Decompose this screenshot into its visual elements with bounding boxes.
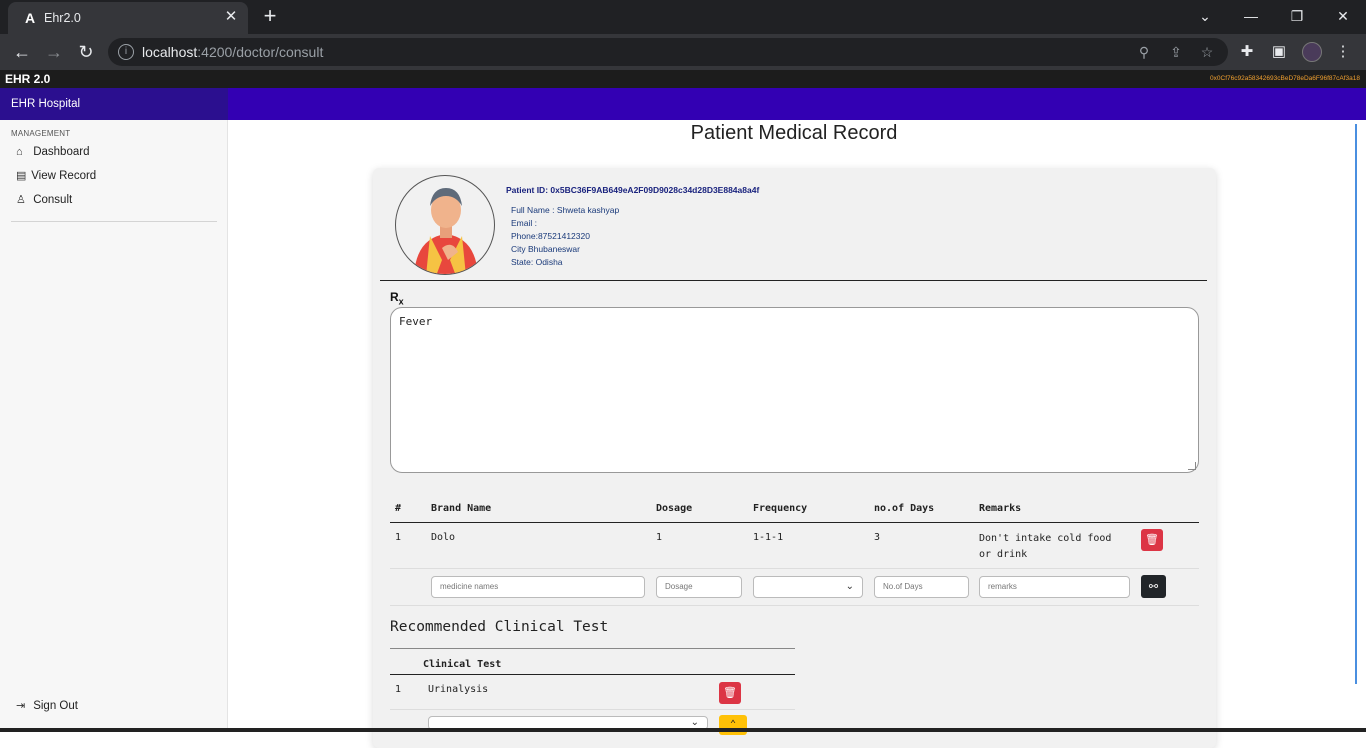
card-divider	[380, 280, 1207, 281]
zoom-icon[interactable]: ⚲	[1135, 43, 1153, 61]
dosage-cell: 1	[656, 532, 663, 543]
column-header: Clinical Test	[423, 659, 502, 670]
page-title: Patient Medical Record	[690, 122, 898, 144]
sidebar-heading: MANAGEMENT	[11, 129, 71, 138]
column-header: Remarks	[979, 503, 1022, 514]
url-text: localhost:4200/doctor/consult	[142, 44, 324, 60]
row-number: 1	[395, 684, 402, 695]
extensions-icon[interactable]: ✚	[1238, 43, 1256, 61]
address-bar[interactable]: i localhost:4200/doctor/consult ⚲ ⇪ ☆	[108, 38, 1228, 66]
medical-record-card: Patient ID: 0x5BC36F9AB649eA2F09D9028c34…	[373, 168, 1216, 748]
app-header-bar: EHR Hospital	[0, 88, 1366, 120]
patient-state: State: Odisha	[511, 257, 563, 267]
column-header: Dosage	[656, 503, 693, 514]
back-icon[interactable]: ←	[10, 40, 34, 64]
minimize-button[interactable]: —	[1228, 4, 1274, 28]
add-test-button[interactable]: ⌃	[719, 715, 747, 735]
browser-tab[interactable]: A Ehr2.0 ✕	[8, 2, 248, 34]
days-input[interactable]: No.of Days	[874, 576, 969, 598]
menu-icon[interactable]: ⋮	[1334, 43, 1352, 61]
browser-toolbar: ← → ↻ i localhost:4200/doctor/consult ⚲ …	[0, 34, 1366, 70]
remarks-cell: Don't intake cold food or drink	[979, 533, 1112, 560]
sidebar-item-dashboard[interactable]: ⌂ Dashboard	[16, 143, 89, 161]
table-header-row: Clinical Test	[390, 654, 795, 675]
new-tab-button[interactable]: +	[258, 5, 282, 29]
main-content: Patient Medical Record Patient ID: 0x5BC…	[228, 120, 1366, 748]
table-header-row: # Brand Name Dosage Frequency no.of Days…	[390, 498, 1199, 523]
column-header: Frequency	[753, 503, 808, 514]
bottom-strip	[0, 728, 1366, 732]
clinical-test-name: Urinalysis	[428, 684, 489, 695]
close-tab-icon[interactable]: ✕	[222, 8, 240, 26]
patient-city: City Bhubaneswar	[511, 244, 580, 254]
patient-avatar	[395, 175, 495, 275]
delete-test-button[interactable]: 🗑	[719, 682, 741, 704]
sign-out-label: Sign Out	[33, 700, 78, 712]
chevron-down-icon: ⌄	[845, 581, 854, 592]
dosage-input[interactable]: Dosage	[656, 576, 742, 598]
remarks-input[interactable]: remarks	[979, 576, 1130, 598]
sidebar-item-label: Dashboard	[33, 146, 90, 158]
table-row: 1 Dolo 1 1-1-1 3 Don't intake cold food …	[390, 523, 1199, 569]
sidebar-item-view-record[interactable]: ▤ View Record	[16, 167, 96, 185]
app-topbar: EHR 2.0 0x0Cf76c92a58342693cBeD78eDa6F96…	[0, 70, 1366, 88]
consult-icon: ♙	[16, 194, 26, 206]
close-window-button[interactable]: ✕	[1320, 4, 1366, 28]
sidebar-item-consult[interactable]: ♙ Consult	[16, 191, 72, 209]
sidebar-item-label: View Record	[31, 170, 97, 182]
frequency-cell: 1-1-1	[753, 532, 784, 543]
share-icon[interactable]: ⇪	[1167, 43, 1185, 61]
brand-name-cell: Dolo	[431, 532, 456, 543]
sign-out-button[interactable]: ⇥ Sign Out	[16, 697, 78, 715]
delete-medicine-button[interactable]: 🗑	[1141, 529, 1163, 551]
sidebar-divider	[11, 221, 217, 222]
prescription-notes-textarea[interactable]: Fever	[390, 307, 1199, 473]
sidebar: MANAGEMENT ⌂ Dashboard ▤ View Record ♙ C…	[0, 120, 228, 732]
sign-out-icon: ⇥	[16, 700, 26, 712]
add-medicine-button[interactable]: ⚯	[1141, 575, 1166, 598]
rx-icon: Rx	[390, 290, 404, 307]
patient-id: Patient ID: 0x5BC36F9AB649eA2F09D9028c34…	[506, 185, 760, 195]
days-cell: 3	[874, 532, 881, 543]
patient-email: Email :	[511, 218, 537, 228]
angular-icon: A	[24, 10, 36, 26]
forward-icon[interactable]: →	[42, 40, 66, 64]
reload-icon[interactable]: ↻	[74, 40, 98, 64]
row-number: 1	[395, 532, 402, 543]
clipboard-icon: ▤	[16, 170, 27, 182]
wallet-address: 0x0Cf76c92a58342693cBeD78eDa6F96f87cAf3a…	[1210, 75, 1360, 82]
hospital-name: EHR Hospital	[0, 88, 228, 120]
tab-search-icon[interactable]: ⌄	[1182, 4, 1228, 28]
restore-button[interactable]: ❐	[1274, 4, 1320, 28]
frequency-select[interactable]: ⌄	[753, 576, 863, 598]
site-info-icon[interactable]: i	[118, 44, 134, 60]
patient-phone: Phone:87521412320	[511, 231, 590, 241]
patient-full-name: Full Name : Shweta kashyap	[511, 205, 620, 215]
column-header: #	[395, 503, 402, 514]
medicine-name-input[interactable]: medicine names	[431, 576, 645, 598]
home-icon: ⌂	[16, 146, 23, 158]
tab-title: Ehr2.0	[44, 11, 81, 25]
scrollbar[interactable]	[1355, 124, 1357, 684]
column-header: no.of Days	[874, 503, 935, 514]
sidebar-item-label: Consult	[33, 194, 73, 206]
clinical-test-divider	[390, 648, 795, 649]
bookmark-star-icon[interactable]: ☆	[1198, 43, 1216, 61]
app-brand: EHR 2.0	[5, 72, 51, 86]
table-row: 1 Urinalysis 🗑	[390, 675, 795, 710]
browser-tab-bar: A Ehr2.0 ✕ + ⌄ — ❐ ✕	[0, 0, 1366, 34]
add-medicine-row: medicine names Dosage ⌄ No.of Days remar…	[390, 569, 1199, 606]
resize-handle[interactable]	[1188, 462, 1196, 470]
profile-avatar[interactable]	[1302, 42, 1322, 62]
side-panel-icon[interactable]: ▣	[1270, 43, 1288, 61]
clinical-test-title: Recommended Clinical Test	[390, 619, 609, 635]
column-header: Brand Name	[431, 503, 492, 514]
